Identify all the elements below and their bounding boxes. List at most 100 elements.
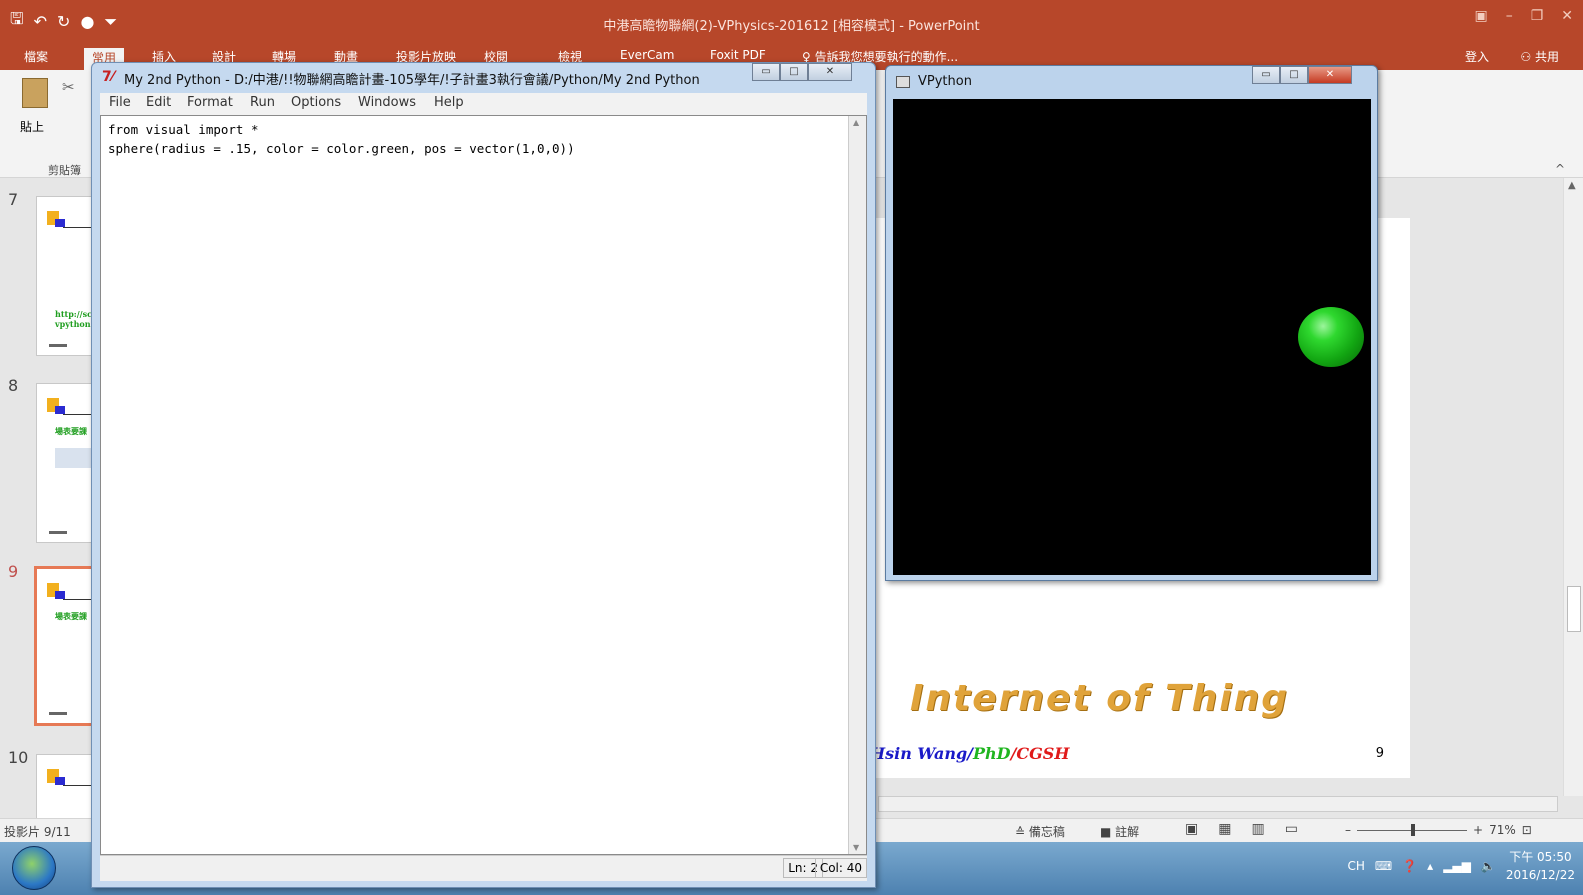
scroll-up-icon[interactable]: ▲ — [1568, 180, 1576, 191]
thumb-text: http://scj — [55, 309, 95, 319]
network-icon[interactable]: ▂▄▆ — [1443, 859, 1471, 873]
author-degree: PhD — [973, 744, 1011, 763]
thumb-text: 場表要課 — [55, 426, 87, 436]
scroll-thumb[interactable] — [1567, 586, 1581, 632]
show-hidden-icons-icon[interactable]: ▴ — [1427, 859, 1433, 873]
vpython-window: VPython ▭ □ ✕ — [885, 65, 1378, 581]
menu-help[interactable]: Help — [434, 95, 464, 110]
system-tray: CH ⌨ ❓ ▴ ▂▄▆ 🔈 下午 05:50 2016/12/22 — [1347, 848, 1575, 884]
python-icon: 7⁄ — [102, 69, 115, 85]
clock-time: 下午 05:50 — [1509, 850, 1572, 864]
cut-icon[interactable]: ✂ — [62, 78, 75, 96]
menu-run[interactable]: Run — [250, 95, 275, 110]
ribbon-display-icon[interactable]: ▣ — [1474, 8, 1487, 24]
thumb-footer — [49, 344, 67, 347]
slide-thumbnail-9[interactable]: 場表要課 — [34, 566, 94, 726]
author-name: Hsin Wang/ — [870, 744, 974, 763]
restore-icon[interactable]: ❐ — [1531, 8, 1544, 24]
thumb-footer — [49, 531, 67, 534]
slide-author: Hsin Wang/PhD/CGSH — [870, 744, 1069, 763]
slide-sorter-icon[interactable]: ▦ — [1218, 821, 1231, 837]
signin-link[interactable]: 登入 — [1465, 48, 1489, 65]
collapse-ribbon-icon[interactable]: ^ — [1555, 162, 1565, 176]
keyboard-icon[interactable]: ⌨ — [1375, 859, 1392, 873]
view-buttons: ▣ ▦ ▥ ▭ — [1185, 821, 1298, 837]
menu-edit[interactable]: Edit — [146, 95, 171, 110]
editor-scrollbar[interactable]: ▲ ▼ — [848, 116, 866, 854]
maximize-icon[interactable]: □ — [780, 63, 808, 81]
paste-label: 貼上 — [20, 120, 45, 134]
thumb-number: 7 — [8, 190, 19, 209]
minimize-icon[interactable]: – — [1506, 8, 1513, 24]
normal-view-icon[interactable]: ▣ — [1185, 821, 1198, 837]
close-icon[interactable]: ✕ — [1308, 66, 1352, 84]
thumb-footer — [49, 712, 67, 715]
thumb-text: 場表要課 — [55, 611, 87, 621]
maximize-icon[interactable]: □ — [1280, 66, 1308, 84]
window-icon — [896, 76, 910, 88]
code-line: from visual import * — [108, 122, 259, 137]
author-org: /CGSH — [1010, 744, 1070, 763]
thumb-image — [55, 448, 95, 468]
code-text[interactable]: from visual import * sphere(radius = .15… — [108, 120, 575, 158]
notes-button[interactable]: ≙ 備忘稿 — [1015, 823, 1065, 840]
slide-thumbnails-pane: 7 http://scj vpython 8 場表要課 9 場表要課 10 — [0, 178, 96, 895]
idle-menubar: File Edit Format Run Options Windows Hel… — [100, 93, 867, 115]
powerpoint-titlebar: 🖫 ↶ ↻ ● ⏷ 中港高瞻物聯網(2)-VPhysics-201612 [相容… — [0, 0, 1583, 44]
thumb-number: 8 — [8, 376, 19, 395]
share-label: 共用 — [1534, 50, 1559, 64]
input-language[interactable]: CH — [1347, 859, 1364, 873]
zoom-control: – + 71% ⊡ — [1345, 823, 1532, 837]
help-icon[interactable]: ❓ — [1402, 859, 1417, 873]
thumb-rule — [63, 599, 91, 600]
menu-file[interactable]: File — [109, 95, 131, 110]
vpython-canvas[interactable] — [893, 99, 1371, 575]
vpython-window-title: VPython — [918, 74, 972, 89]
code-editor[interactable]: from visual import * sphere(radius = .15… — [100, 115, 867, 855]
tab-foxit[interactable]: Foxit PDF — [710, 48, 766, 62]
tab-file[interactable]: 檔案 — [24, 48, 48, 65]
reading-view-icon[interactable]: ▥ — [1251, 821, 1264, 837]
thumb-logo-mark — [55, 777, 65, 785]
zoom-percent[interactable]: 71% — [1489, 823, 1516, 837]
close-icon[interactable]: ✕ — [1561, 8, 1573, 24]
slide-heading: Internet of Thing — [910, 678, 1290, 719]
zoom-in-icon[interactable]: + — [1473, 823, 1483, 837]
minimize-icon[interactable]: ▭ — [752, 63, 780, 81]
menu-format[interactable]: Format — [187, 95, 233, 110]
slide-thumbnail-7[interactable]: http://scj vpython — [36, 196, 96, 356]
zoom-slider-knob[interactable] — [1411, 823, 1415, 836]
thumb-number: 9 — [8, 562, 19, 581]
thumb-logo-mark — [55, 219, 65, 227]
slide-thumbnail-8[interactable]: 場表要課 — [36, 383, 96, 543]
green-sphere[interactable] — [1298, 307, 1364, 367]
fit-slide-icon[interactable]: ⊡ — [1522, 823, 1532, 837]
share-button[interactable]: ⚇ 共用 — [1520, 48, 1559, 65]
comments-button[interactable]: ■ 註解 — [1100, 823, 1139, 840]
scroll-up-icon[interactable]: ▲ — [853, 118, 859, 127]
tab-evercam[interactable]: EverCam — [620, 48, 674, 62]
idle-titlebar[interactable]: 7⁄ My 2nd Python - D:/中港/!!物聯網高瞻計畫-105學年… — [92, 63, 875, 93]
slideshow-view-icon[interactable]: ▭ — [1285, 821, 1298, 837]
code-line: sphere(radius = .15, color = color.green… — [108, 141, 575, 156]
thumb-logo-mark — [55, 591, 65, 599]
thumb-number: 10 — [8, 748, 29, 767]
zoom-slider[interactable] — [1357, 823, 1467, 836]
volume-icon[interactable]: 🔈 — [1481, 859, 1496, 873]
paste-icon[interactable] — [22, 78, 48, 108]
thumb-logo-mark — [55, 406, 65, 414]
zoom-out-icon[interactable]: – — [1345, 823, 1351, 837]
menu-options[interactable]: Options — [291, 95, 341, 110]
close-icon[interactable]: ✕ — [808, 63, 852, 81]
menu-windows[interactable]: Windows — [358, 95, 416, 110]
slide-vertical-scrollbar[interactable]: ▲ — [1563, 178, 1583, 796]
idle-editor-window: 7⁄ My 2nd Python - D:/中港/!!物聯網高瞻計畫-105學年… — [91, 62, 876, 888]
scroll-down-icon[interactable]: ▼ — [853, 843, 859, 852]
idle-window-title: My 2nd Python - D:/中港/!!物聯網高瞻計畫-105學年/!子… — [124, 73, 700, 88]
window-controls: ▣ – ❐ ✕ — [1474, 8, 1573, 24]
slide-horizontal-scrollbar[interactable] — [878, 796, 1558, 812]
clock[interactable]: 下午 05:50 2016/12/22 — [1506, 848, 1575, 884]
slide-counter: 投影片 9/11 — [4, 825, 71, 839]
start-button[interactable] — [12, 846, 56, 890]
minimize-icon[interactable]: ▭ — [1252, 66, 1280, 84]
